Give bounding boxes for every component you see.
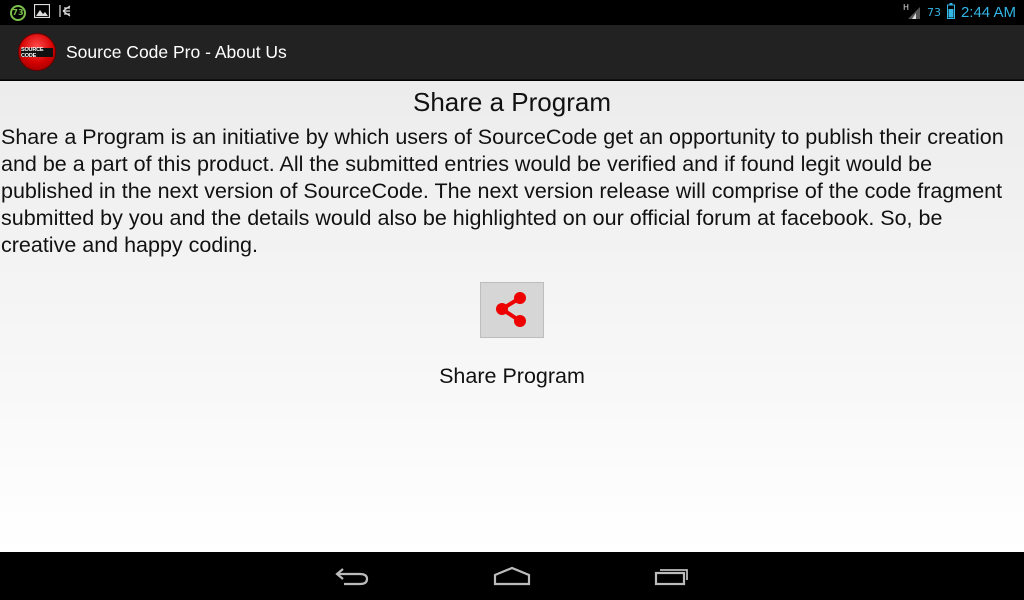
status-clock: 2:44 AM	[960, 4, 1016, 21]
page-title: Source Code Pro - About Us	[66, 41, 287, 62]
navigation-bar	[0, 552, 1024, 600]
status-bar-system: H 73 2:44 AM	[903, 2, 1024, 24]
share-program-label: Share Program	[439, 364, 585, 388]
back-button[interactable]	[327, 561, 377, 591]
battery-level: 73	[926, 6, 941, 19]
status-bar-notifications: 73	[0, 3, 72, 22]
app-logo-icon[interactable]: SOURCE CODE	[18, 33, 56, 71]
main-content: Share a Program Share a Program is an in…	[0, 81, 1024, 552]
share-program-button[interactable]	[480, 282, 544, 338]
home-button[interactable]	[487, 561, 537, 591]
notification-count-icon: 73	[10, 4, 26, 21]
signal-icon: H	[903, 2, 921, 24]
recent-apps-icon	[654, 569, 688, 586]
action-bar: SOURCE CODE Source Code Pro - About Us	[0, 25, 1024, 80]
download-notification-icon	[58, 3, 72, 22]
recent-apps-button[interactable]	[647, 561, 697, 591]
svg-text:H: H	[903, 3, 909, 12]
back-icon	[335, 568, 369, 586]
description-text: Share a Program is an initiative by whic…	[1, 125, 1004, 257]
gallery-notification-icon	[33, 3, 51, 22]
app-logo-text: SOURCE CODE	[21, 47, 53, 59]
home-icon	[493, 566, 531, 586]
share-icon	[496, 292, 526, 327]
battery-icon	[946, 2, 955, 23]
status-bar: 73 H 73 2:44 AM	[0, 0, 1024, 25]
section-title: Share a Program	[413, 87, 611, 117]
